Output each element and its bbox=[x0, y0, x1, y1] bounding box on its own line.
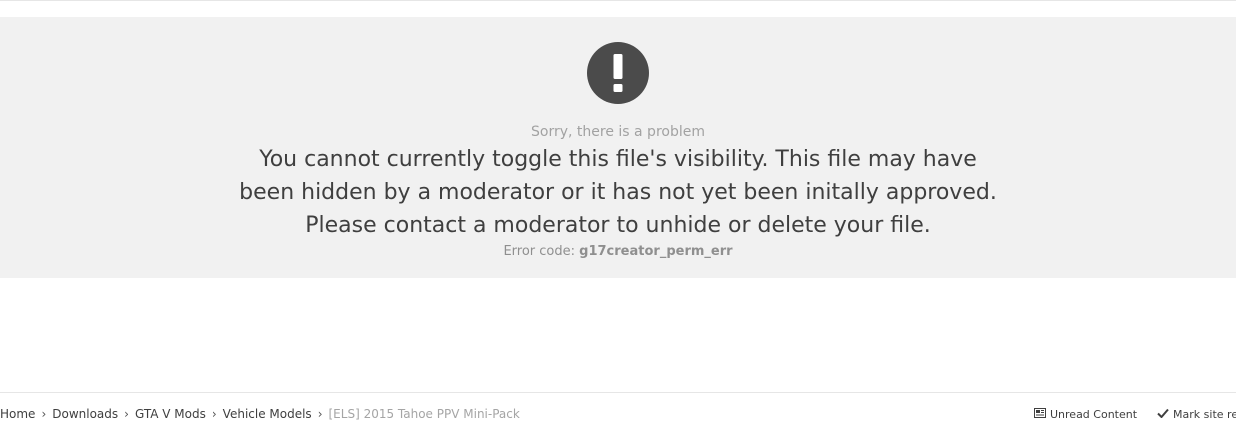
error-panel: Sorry, there is a problem You cannot cur… bbox=[0, 17, 1236, 278]
exclamation-icon bbox=[587, 42, 649, 104]
unread-content-label: Unread Content bbox=[1050, 407, 1138, 421]
breadcrumb-vehicle-models[interactable]: Vehicle Models bbox=[223, 407, 312, 421]
footer-divider bbox=[0, 392, 1236, 393]
breadcrumb: Home › Downloads › GTA V Mods › Vehicle … bbox=[0, 405, 520, 423]
chevron-right-icon: › bbox=[317, 407, 323, 421]
check-icon bbox=[1157, 408, 1169, 421]
error-code-label: Error code: bbox=[503, 244, 576, 259]
error-heading: Sorry, there is a problem bbox=[531, 124, 705, 140]
error-code: Error code: g17creator_perm_err bbox=[0, 243, 1236, 261]
breadcrumb-current: [ELS] 2015 Tahoe PPV Mini-Pack bbox=[328, 407, 520, 421]
breadcrumb-gta-v-mods[interactable]: GTA V Mods bbox=[135, 407, 206, 421]
mark-site-read-link[interactable]: Mark site re bbox=[1157, 408, 1236, 421]
chevron-right-icon: › bbox=[41, 407, 47, 421]
chevron-right-icon: › bbox=[124, 407, 129, 421]
chevron-right-icon: › bbox=[211, 407, 217, 421]
breadcrumb-home[interactable]: Home bbox=[0, 407, 35, 421]
top-divider bbox=[0, 0, 1236, 1]
unread-content-link[interactable]: Unread Content bbox=[1034, 407, 1138, 421]
error-code-value: g17creator_perm_err bbox=[579, 244, 733, 259]
footer-links: Unread Content Mark site re bbox=[1034, 405, 1236, 423]
error-message: You cannot currently toggle this file's … bbox=[239, 147, 997, 238]
mark-site-read-label: Mark site re bbox=[1173, 407, 1236, 421]
breadcrumb-downloads[interactable]: Downloads bbox=[52, 407, 118, 421]
unread-icon bbox=[1034, 407, 1046, 421]
